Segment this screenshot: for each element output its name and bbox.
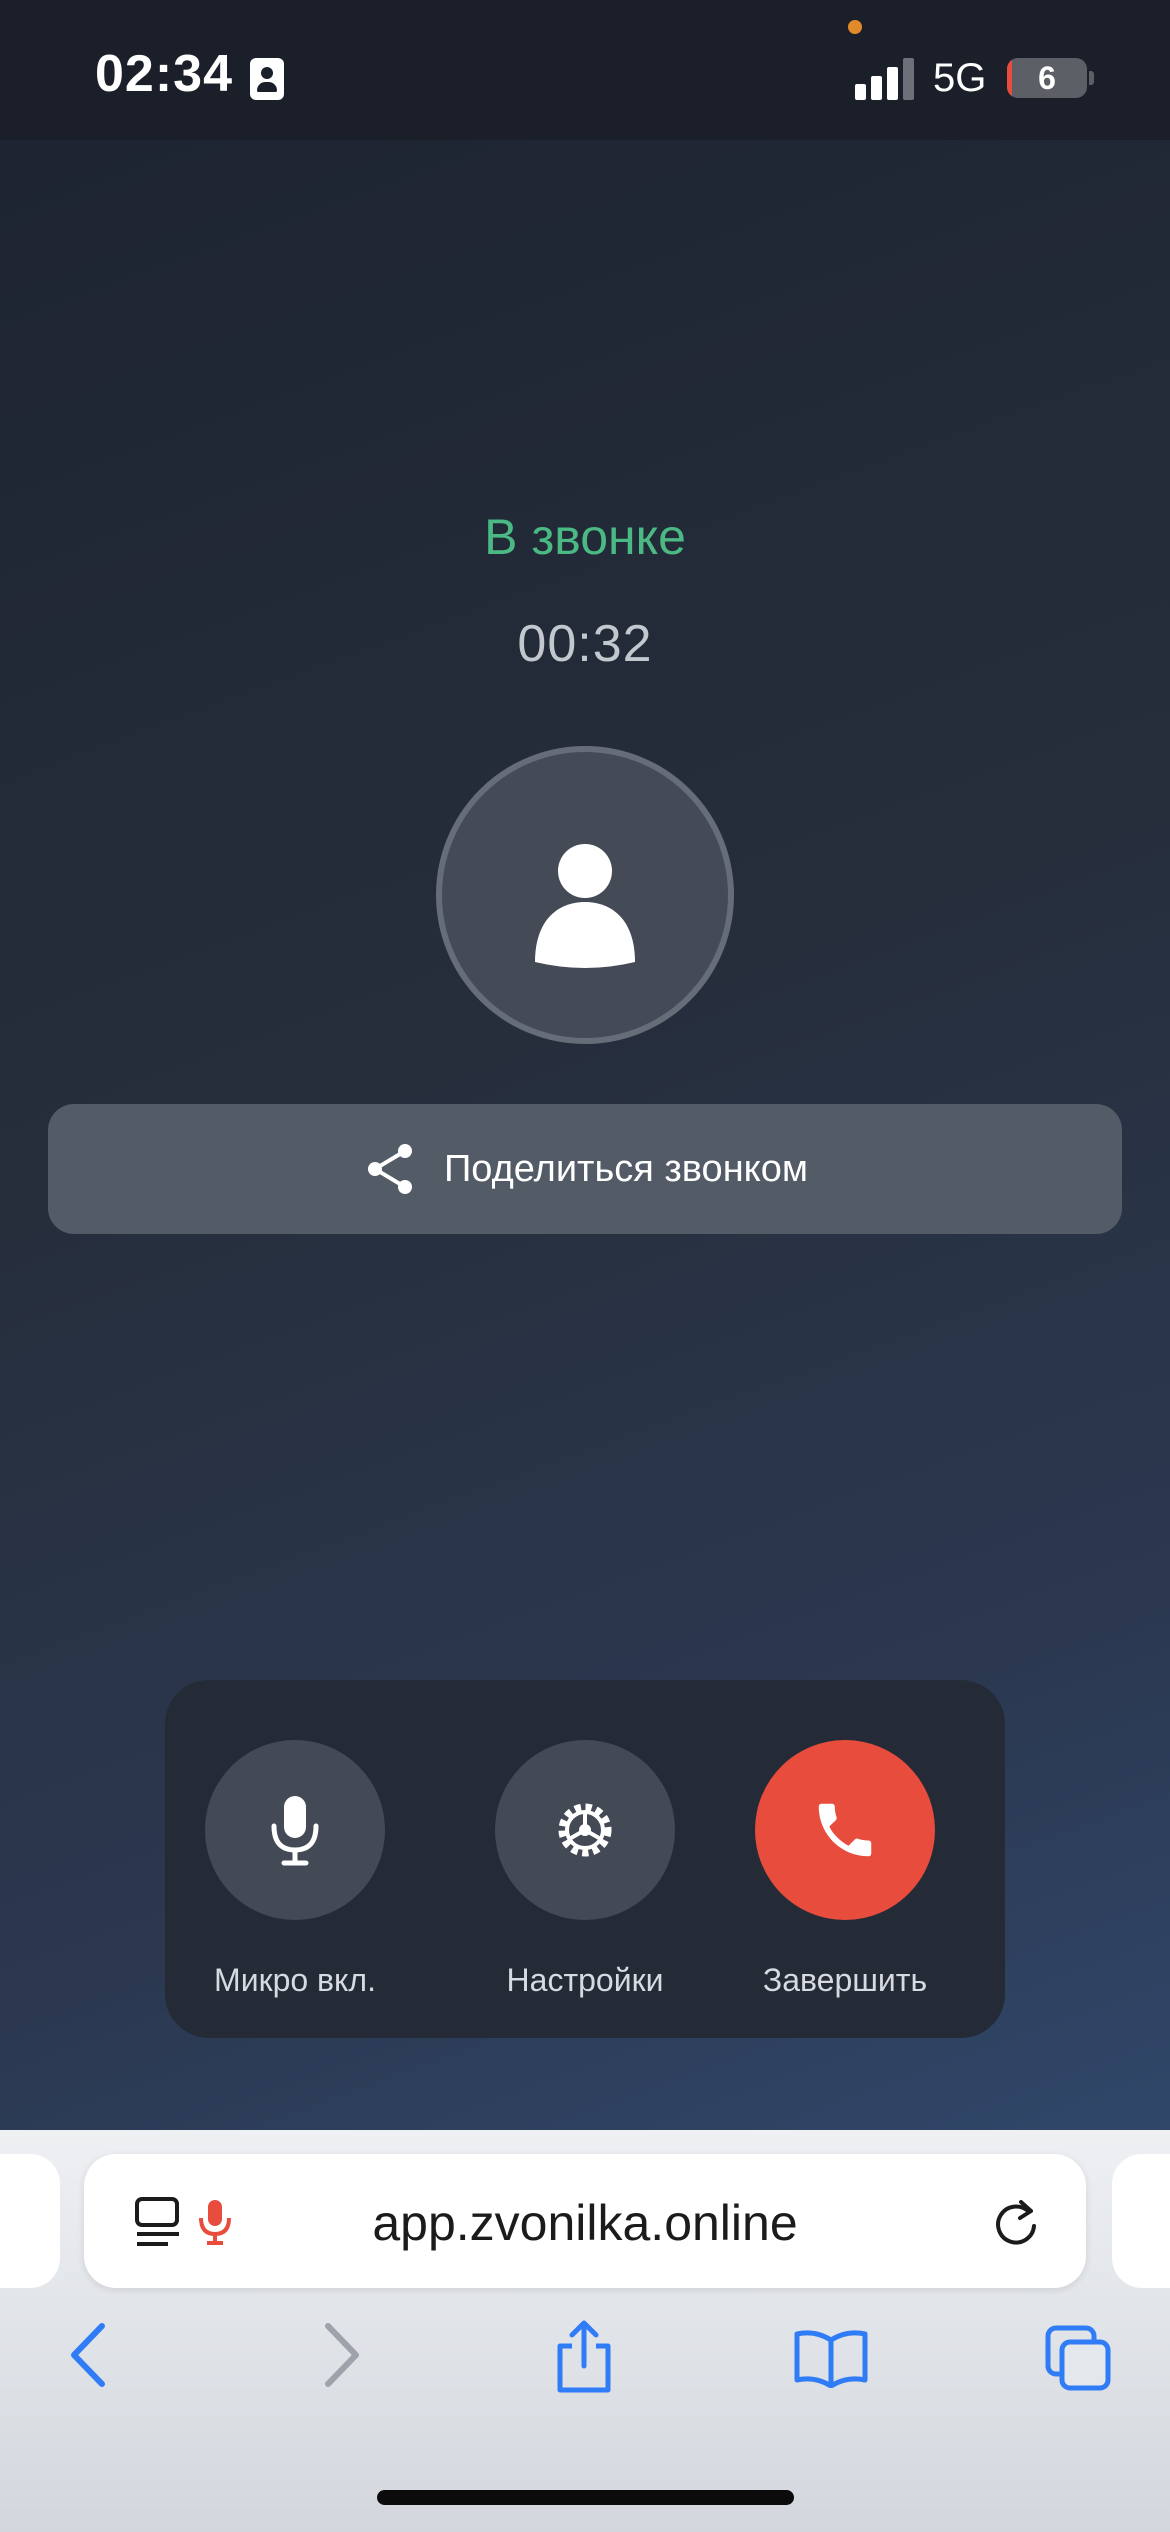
mic-toggle-button[interactable] xyxy=(205,1740,385,1920)
battery-level: 6 xyxy=(1038,60,1056,96)
tabs-icon[interactable] xyxy=(1044,2324,1114,2394)
settings-control: Настройки xyxy=(455,1740,715,1999)
back-icon[interactable] xyxy=(64,2320,112,2390)
battery-tip xyxy=(1089,71,1094,85)
end-call-control: Завершить xyxy=(715,1740,975,1999)
person-icon xyxy=(535,844,635,968)
phone-icon xyxy=(818,1803,872,1857)
settings-button[interactable] xyxy=(495,1740,675,1920)
gear-icon xyxy=(558,1803,612,1857)
call-controls: Микро вкл. Настройки Завершить xyxy=(165,1680,1005,2038)
address-bar[interactable]: app.zvonilka.online xyxy=(84,2154,1086,2288)
url-text: app.zvonilka.online xyxy=(372,2195,798,2251)
call-timer: 00:32 xyxy=(517,615,653,673)
end-call-button[interactable] xyxy=(755,1740,935,1920)
status-time: 02:34 xyxy=(95,45,233,103)
signal-icon xyxy=(855,58,915,100)
battery-icon: 6 xyxy=(1007,58,1087,98)
forward-icon[interactable] xyxy=(318,2320,366,2390)
id-card-icon xyxy=(250,58,284,100)
share-icon xyxy=(367,1144,412,1194)
call-status: В звонке xyxy=(484,509,686,565)
bookmarks-icon[interactable] xyxy=(793,2328,869,2388)
end-call-label: Завершить xyxy=(762,1962,928,1998)
reload-icon[interactable] xyxy=(989,2196,1043,2250)
status-bar: 02:34 5G 6 xyxy=(0,0,1170,140)
home-indicator[interactable] xyxy=(377,2490,794,2505)
previous-tab-peek[interactable] xyxy=(0,2154,60,2288)
network-type: 5G xyxy=(933,56,987,100)
mic-control: Микро вкл. xyxy=(165,1740,425,1999)
share-call-button[interactable]: Поделиться звонком xyxy=(48,1104,1122,1234)
next-tab-peek[interactable] xyxy=(1112,2154,1170,2288)
share-sheet-icon[interactable] xyxy=(552,2320,616,2394)
privacy-indicator xyxy=(848,20,862,34)
avatar xyxy=(436,746,734,1044)
mic-label: Микро вкл. xyxy=(214,1962,376,1998)
call-screen: В звонке 00:32 Поделиться звонком Микро … xyxy=(0,140,1170,2130)
settings-label: Настройки xyxy=(506,1962,664,1998)
share-call-label: Поделиться звонком xyxy=(443,1147,808,1190)
microphone-icon xyxy=(271,1796,319,1866)
